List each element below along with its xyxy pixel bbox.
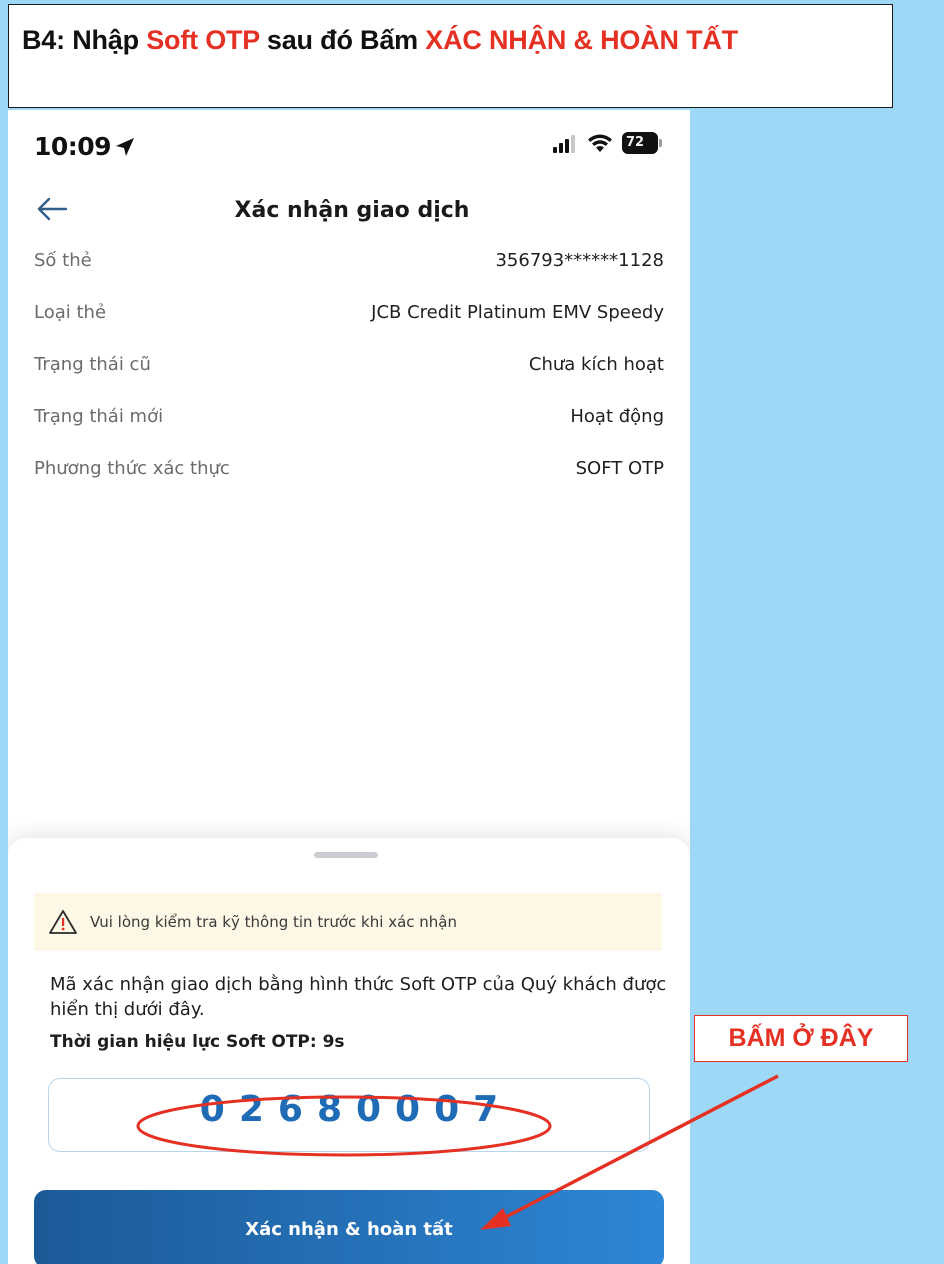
detail-value: Chưa kích hoạt	[528, 354, 664, 375]
signal-icon	[553, 135, 575, 153]
callout-label: BẤM Ở ĐÂY	[728, 1024, 874, 1052]
battery-tip	[659, 139, 662, 147]
detail-row-card-type: Loại thẻ JCB Credit Platinum EMV Speedy	[34, 302, 664, 354]
phone-screen: 10:09 72 Xác nhận giao dịch Số thẻ 35679…	[8, 110, 690, 1264]
status-icons: 72	[552, 132, 662, 154]
detail-label: Trạng thái mới	[34, 406, 164, 427]
detail-value: Hoạt động	[570, 406, 664, 427]
instruction-text: B4: Nhập Soft OTP sau đó Bấm XÁC NHẬN & …	[22, 25, 738, 56]
detail-value: 356793******1128	[495, 250, 664, 271]
instruction-highlight-otp: Soft OTP	[146, 25, 260, 55]
status-time: 10:09	[34, 132, 112, 161]
detail-label: Số thẻ	[34, 250, 92, 271]
detail-row-auth-method: Phương thức xác thực SOFT OTP	[34, 458, 664, 510]
otp-bottom-sheet: Vui lòng kiểm tra kỹ thông tin trước khi…	[8, 838, 690, 1264]
otp-code-box: 02680007	[48, 1078, 650, 1152]
detail-value: JCB Credit Platinum EMV Speedy	[371, 302, 664, 323]
page-title: Xác nhận giao dịch	[234, 198, 470, 223]
warning-text: Vui lòng kiểm tra kỹ thông tin trước khi…	[90, 913, 457, 931]
instruction-banner: B4: Nhập Soft OTP sau đó Bấm XÁC NHẬN & …	[8, 4, 893, 108]
detail-row-new-status: Trạng thái mới Hoạt động	[34, 406, 664, 458]
otp-code: 02680007	[199, 1089, 513, 1130]
otp-validity: Thời gian hiệu lực Soft OTP: 9s	[50, 1032, 345, 1052]
instruction-prefix: B4: Nhập	[22, 25, 147, 55]
instruction-middle: sau đó Bấm	[259, 25, 426, 55]
instruction-highlight-confirm: XÁC NHẬN & HOÀN TẤT	[425, 25, 738, 55]
warning-banner: Vui lòng kiểm tra kỹ thông tin trước khi…	[34, 893, 662, 951]
battery-indicator: 72	[622, 132, 662, 154]
location-arrow-icon	[116, 138, 134, 156]
otp-description: Mã xác nhận giao dịch bằng hình thức Sof…	[50, 974, 667, 1020]
confirm-complete-button[interactable]: Xác nhận & hoàn tất	[34, 1190, 664, 1264]
warning-icon	[49, 910, 77, 934]
click-here-callout: BẤM Ở ĐÂY	[694, 1015, 908, 1062]
detail-label: Trạng thái cũ	[34, 354, 151, 375]
transaction-details: Số thẻ 356793******1128 Loại thẻ JCB Cre…	[34, 250, 664, 510]
detail-row-old-status: Trạng thái cũ Chưa kích hoạt	[34, 354, 664, 406]
detail-row-card-number: Số thẻ 356793******1128	[34, 250, 664, 302]
battery-level: 72	[622, 132, 658, 154]
wifi-icon	[588, 134, 612, 152]
detail-value: SOFT OTP	[575, 458, 664, 479]
detail-label: Loại thẻ	[34, 302, 107, 323]
detail-label: Phương thức xác thực	[34, 458, 230, 479]
sheet-drag-handle[interactable]	[314, 852, 378, 858]
